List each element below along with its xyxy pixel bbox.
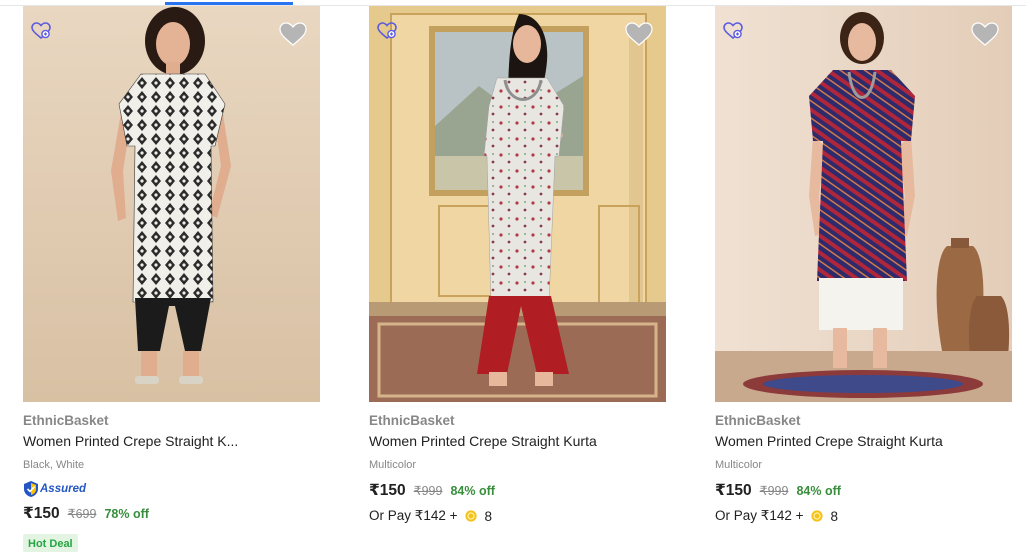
product-variant: Multicolor: [369, 459, 417, 471]
product-image[interactable]: [369, 6, 666, 402]
heart-icon[interactable]: [625, 22, 653, 46]
coin-pay-row: Or Pay ₹142 + 8: [715, 508, 838, 524]
hot-deal-badge: Hot Deal: [23, 534, 78, 552]
discount-label: 78% off: [104, 507, 149, 521]
product-card[interactable]: EthnicBasket Women Printed Crepe Straigh…: [23, 6, 321, 552]
supercoin-icon: [810, 510, 823, 522]
selling-price: ₹150: [715, 482, 752, 499]
heart-icon[interactable]: [971, 22, 999, 46]
original-price: ₹999: [759, 484, 789, 498]
selling-price: ₹150: [369, 482, 406, 499]
assured-badge: Assured: [23, 480, 86, 498]
original-price: ₹699: [67, 507, 97, 521]
assured-shield-icon: [24, 481, 38, 497]
coin-count: 8: [830, 508, 839, 524]
selling-price: ₹150: [23, 505, 60, 522]
pay-with-coins-text: Or Pay ₹142 +: [715, 508, 804, 523]
active-tab-indicator: [165, 2, 293, 5]
compare-heart-icon[interactable]: [723, 22, 743, 40]
original-price: ₹999: [413, 484, 443, 498]
product-brand: EthnicBasket: [369, 413, 455, 428]
product-image[interactable]: [715, 6, 1012, 402]
product-brand: EthnicBasket: [715, 413, 801, 428]
product-variant: Black, White: [23, 459, 85, 471]
discount-label: 84% off: [796, 484, 841, 498]
product-title[interactable]: Women Printed Crepe Straight Kurta: [369, 433, 597, 449]
product-title[interactable]: Women Printed Crepe Straight Kurta: [715, 433, 943, 449]
pay-with-coins-text: Or Pay ₹142 +: [369, 508, 458, 523]
discount-label: 84% off: [450, 484, 495, 498]
coin-pay-row: Or Pay ₹142 + 8: [369, 508, 492, 524]
price-row: ₹150 ₹999 84% off: [715, 481, 841, 500]
coin-count: 8: [484, 508, 493, 524]
compare-heart-icon[interactable]: [377, 22, 397, 40]
product-card[interactable]: EthnicBasket Women Printed Crepe Straigh…: [715, 6, 1013, 551]
heart-icon[interactable]: [279, 22, 307, 46]
product-brand: EthnicBasket: [23, 413, 109, 428]
price-row: ₹150 ₹999 84% off: [369, 481, 495, 500]
product-variant: Multicolor: [715, 459, 763, 471]
price-row: ₹150 ₹699 78% off: [23, 504, 149, 523]
assured-label: Assured: [40, 483, 87, 495]
product-image[interactable]: [23, 6, 320, 402]
product-title[interactable]: Women Printed Crepe Straight K...: [23, 433, 238, 449]
compare-heart-icon[interactable]: [31, 22, 51, 40]
product-card[interactable]: EthnicBasket Women Printed Crepe Straigh…: [369, 6, 667, 551]
supercoin-icon: [464, 510, 477, 522]
